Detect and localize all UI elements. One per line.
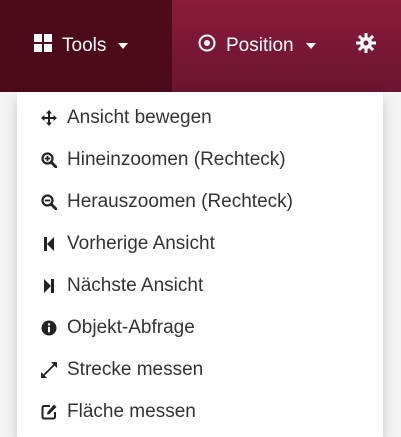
edit-square-icon [41, 403, 57, 421]
menu-item-label: Nächste Ansicht [67, 275, 204, 296]
tools-dropdown-toggle[interactable]: Tools [0, 0, 172, 92]
grid-icon [34, 34, 52, 58]
settings-dropdown-toggle[interactable] [334, 0, 394, 92]
tools-label: Tools [62, 35, 107, 56]
menu-item-vorherige-ansicht[interactable]: Vorherige Ansicht [17, 223, 383, 265]
menu-item-strecke-messen[interactable]: Strecke messen [17, 349, 383, 391]
zoom-in-icon [41, 151, 57, 169]
resize-diagonal-icon [41, 361, 57, 379]
tools-dropdown-menu: Ansicht bewegen Hineinzoomen (Rechteck) … [17, 92, 383, 437]
step-forward-icon [41, 277, 57, 295]
menu-item-label: Herauszoomen (Rechteck) [67, 191, 293, 212]
menu-item-label: Ansicht bewegen [67, 107, 212, 128]
menu-item-label: Fläche messen [67, 401, 196, 422]
menu-item-label: Strecke messen [67, 359, 204, 380]
menu-item-label: Vorherige Ansicht [67, 233, 215, 254]
position-dropdown-toggle[interactable]: Position [172, 0, 334, 92]
menu-item-label: Objekt-Abfrage [67, 317, 195, 338]
menu-item-objekt-abfrage[interactable]: Objekt-Abfrage [17, 307, 383, 349]
menu-item-flaeche-messen[interactable]: Fläche messen [17, 391, 383, 433]
menu-item-ansicht-bewegen[interactable]: Ansicht bewegen [17, 97, 383, 139]
navbar: Tools Position [0, 0, 401, 92]
menu-item-hineinzoomen[interactable]: Hineinzoomen (Rechteck) [17, 139, 383, 181]
menu-item-herauszoomen[interactable]: Herauszoomen (Rechteck) [17, 181, 383, 223]
target-icon [198, 34, 216, 58]
zoom-out-icon [41, 193, 57, 211]
step-backward-icon [41, 235, 57, 253]
caret-down-icon [118, 43, 129, 49]
move-icon [41, 109, 57, 127]
menu-item-label: Hineinzoomen (Rechteck) [67, 149, 286, 170]
gear-icon [355, 33, 376, 59]
position-label: Position [226, 35, 294, 56]
menu-item-naechste-ansicht[interactable]: Nächste Ansicht [17, 265, 383, 307]
caret-down-icon [305, 43, 316, 49]
info-icon [41, 319, 57, 337]
